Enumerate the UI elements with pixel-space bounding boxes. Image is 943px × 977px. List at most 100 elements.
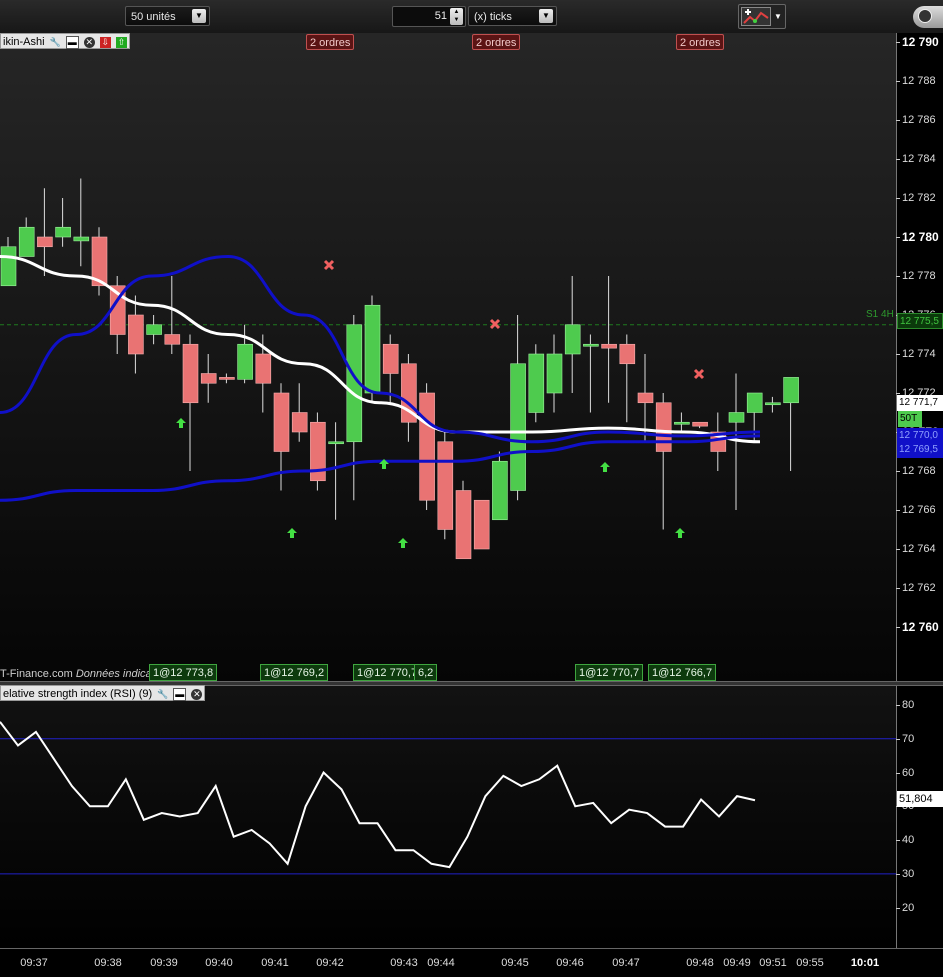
rsi-axis-label: 70 xyxy=(902,732,915,745)
price-axis-tick xyxy=(896,237,900,238)
rsi-value-tag: 51,804 xyxy=(897,791,943,807)
ticks-unit-select[interactable]: (x) ticks ▼ xyxy=(468,6,557,26)
window-icon xyxy=(918,9,932,23)
sell-cross-icon xyxy=(489,318,501,330)
price-axis-tick xyxy=(896,159,900,160)
price-chart[interactable] xyxy=(0,33,896,681)
volume-tag: 50T xyxy=(898,411,922,427)
price-axis-tick xyxy=(896,198,900,199)
candle xyxy=(419,383,435,510)
ticks-stepper[interactable]: 51 ▲ ▼ xyxy=(392,6,466,27)
time-axis-label: 09:42 xyxy=(316,957,344,969)
candle xyxy=(18,217,35,257)
candle-body xyxy=(546,353,563,394)
close-icon[interactable]: ✕ xyxy=(191,688,203,700)
price-axis-label: 12 790 xyxy=(902,35,939,49)
candle-body xyxy=(73,236,90,242)
orders-badge[interactable]: 2 ordres xyxy=(676,34,725,50)
window-control-button[interactable] xyxy=(913,6,943,28)
price-axis-label: 12 768 xyxy=(902,465,936,477)
candle-body xyxy=(746,392,763,413)
rsi-axis-label: 40 xyxy=(902,834,915,847)
wrench-icon[interactable]: 🔧 xyxy=(157,689,168,700)
rsi-axis-label: 30 xyxy=(902,867,915,880)
rsi-axis-tick xyxy=(896,840,900,842)
chevron-down-icon[interactable]: ▼ xyxy=(539,9,553,23)
candle xyxy=(310,412,326,491)
candle xyxy=(219,373,235,384)
price-axis-label: 12 760 xyxy=(902,620,939,634)
chevron-down-icon[interactable]: ▼ xyxy=(192,9,206,23)
drawing-tools-icon xyxy=(741,7,771,26)
drawing-tools-button[interactable]: ▼ xyxy=(738,4,786,29)
minimize-icon[interactable]: ▬ xyxy=(173,687,187,701)
candle xyxy=(200,354,217,403)
indicator-header: ikin-Ashi 🔧 ▬ ✕ ⇩ ⇧ xyxy=(0,33,130,49)
fill-badge[interactable]: 1@12 766,7 xyxy=(648,664,717,681)
units-select[interactable]: 50 unités ▼ xyxy=(125,6,210,26)
candle xyxy=(674,412,690,432)
rsi-chart[interactable] xyxy=(0,686,896,948)
time-axis-label: 09:40 xyxy=(205,957,233,969)
candle-body xyxy=(564,324,581,355)
fill-badge[interactable]: 1@12 770,7 xyxy=(575,664,644,681)
close-icon[interactable]: ✕ xyxy=(83,36,95,48)
time-axis-label: 09:49 xyxy=(723,957,751,969)
candle-body xyxy=(0,246,17,287)
rsi-axis-label: 20 xyxy=(902,901,915,914)
price-axis-tick xyxy=(896,588,900,589)
candle xyxy=(455,480,472,560)
rsi-axis-label: 60 xyxy=(902,766,915,779)
ticks-value: 51 xyxy=(434,10,447,22)
candle-body xyxy=(255,353,272,384)
candle-body xyxy=(164,334,181,345)
candle xyxy=(492,451,508,521)
candle-body xyxy=(601,343,617,349)
candle-body xyxy=(146,324,162,335)
candle-body xyxy=(55,226,71,238)
candle xyxy=(237,324,253,384)
price-axis-label: 12 782 xyxy=(902,192,936,204)
candle-body xyxy=(528,353,545,413)
candle xyxy=(182,334,199,471)
chevron-down-icon[interactable]: ▼ xyxy=(773,9,783,25)
fill-badge[interactable]: 6,2 xyxy=(414,664,438,681)
support-label: S1 4H xyxy=(866,309,894,320)
time-axis-label: 09:51 xyxy=(759,957,787,969)
candle-body xyxy=(765,402,781,406)
candle xyxy=(401,354,417,442)
candle-body xyxy=(37,236,53,248)
candle-body xyxy=(510,363,526,491)
price-axis-tick xyxy=(896,42,900,43)
rsi-axis-label: 80 xyxy=(902,698,915,711)
upload-icon[interactable]: ⇧ xyxy=(115,36,127,48)
wrench-icon[interactable]: 🔧 xyxy=(50,37,61,48)
minimize-icon[interactable]: ▬ xyxy=(65,35,79,49)
candle xyxy=(546,334,563,413)
candle xyxy=(164,276,181,354)
fill-badge[interactable]: 1@12 769,2 xyxy=(260,664,329,681)
candle-body xyxy=(728,412,745,423)
rsi-axis-tick xyxy=(896,738,900,740)
candle xyxy=(692,421,708,429)
fill-badge[interactable]: 1@12 773,8 xyxy=(149,664,218,681)
fill-badge[interactable]: 1@12 770,7 xyxy=(353,664,422,681)
candle-body xyxy=(237,343,253,380)
price-axis-label: 12 788 xyxy=(902,75,936,87)
candle-body xyxy=(455,490,472,560)
candle xyxy=(564,276,581,393)
price-axis-label: 12 786 xyxy=(902,114,936,126)
ticks-unit-label: (x) ticks xyxy=(474,11,512,23)
orders-badge[interactable]: 2 ordres xyxy=(306,34,355,50)
time-axis-label: 09:45 xyxy=(501,957,529,969)
time-axis-label: 10:01 xyxy=(850,957,880,969)
units-select-label: 50 unités xyxy=(131,11,176,23)
candle-body xyxy=(328,441,344,445)
candle xyxy=(328,422,344,520)
rsi-axis-tick xyxy=(896,907,900,909)
download-icon[interactable]: ⇩ xyxy=(99,36,111,48)
stepper-arrows-icon[interactable]: ▲ ▼ xyxy=(450,8,463,25)
candle-body xyxy=(291,412,308,433)
orders-badge[interactable]: 2 ordres xyxy=(472,34,521,50)
price-axis-tick xyxy=(896,549,900,550)
